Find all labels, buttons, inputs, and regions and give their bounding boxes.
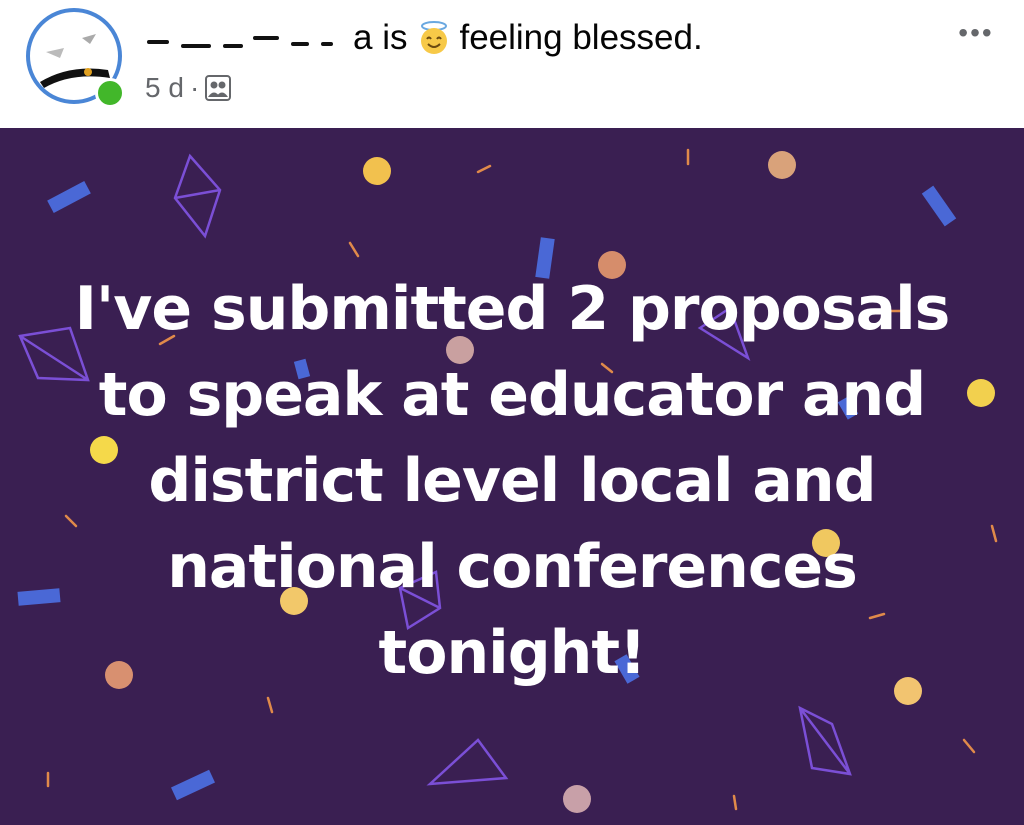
online-status-indicator [95,78,125,108]
post-header: a is feeling blessed. 5 d · ••• [0,0,1024,128]
post-timestamp[interactable]: 5 d [145,72,184,104]
feeling-text: feeling blessed. [459,18,703,57]
post-body-text: I've submitted 2 proposals to speak at e… [74,274,951,688]
more-options-button[interactable]: ••• [946,17,1006,48]
smiling-face-with-halo-icon [417,21,451,55]
author-name-suffix[interactable]: a is [353,18,407,58]
post-meta: 5 d · [145,72,232,104]
meta-separator: · [189,72,200,103]
friends-icon[interactable] [205,75,232,101]
post-author-line: a is feeling blessed. [145,18,703,58]
post-card: I've submitted 2 proposals to speak at e… [0,128,1024,825]
redacted-author-name [145,18,355,58]
